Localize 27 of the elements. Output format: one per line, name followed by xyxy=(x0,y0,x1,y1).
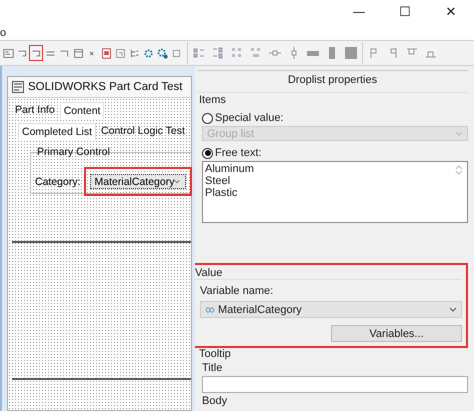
field-label: Body xyxy=(202,395,228,407)
tab[interactable]: Content xyxy=(60,102,104,119)
tab[interactable]: Control Logic Test xyxy=(98,123,188,140)
section-title: Value xyxy=(195,267,462,280)
maximize-button[interactable]: ☐ xyxy=(382,0,428,26)
close-button[interactable]: ✕ xyxy=(428,0,474,26)
radio-label: Special value: xyxy=(215,112,284,124)
radio-label: Free text: xyxy=(215,147,262,159)
text-area[interactable]: Aluminum Steel Plastic xyxy=(202,161,468,223)
field-label: Variable name: xyxy=(200,285,274,297)
list-text: Plastic xyxy=(205,187,238,199)
section-title: Tooltip xyxy=(199,348,231,360)
group-title: Primary Control xyxy=(37,146,110,158)
section-title: Items xyxy=(199,94,227,106)
field-label: Category: xyxy=(35,176,81,188)
tab[interactable]: Completed List xyxy=(18,123,96,140)
list-text: Steel xyxy=(205,175,230,187)
field-label: Title xyxy=(202,362,224,374)
list-text: Aluminum xyxy=(205,163,254,175)
panel-title: Droplist properties xyxy=(197,70,468,88)
dropdown[interactable]: MaterialCategory xyxy=(90,174,186,189)
variables-button[interactable]: Variables... xyxy=(331,325,462,342)
dropdown[interactable]: MaterialCategory xyxy=(200,301,462,318)
form-title: SOLIDWORKS Part Card Test xyxy=(28,81,182,93)
menu-item[interactable]: o xyxy=(0,27,6,39)
tab[interactable]: Part Info xyxy=(12,102,58,119)
minimize-button[interactable]: — xyxy=(336,0,382,26)
